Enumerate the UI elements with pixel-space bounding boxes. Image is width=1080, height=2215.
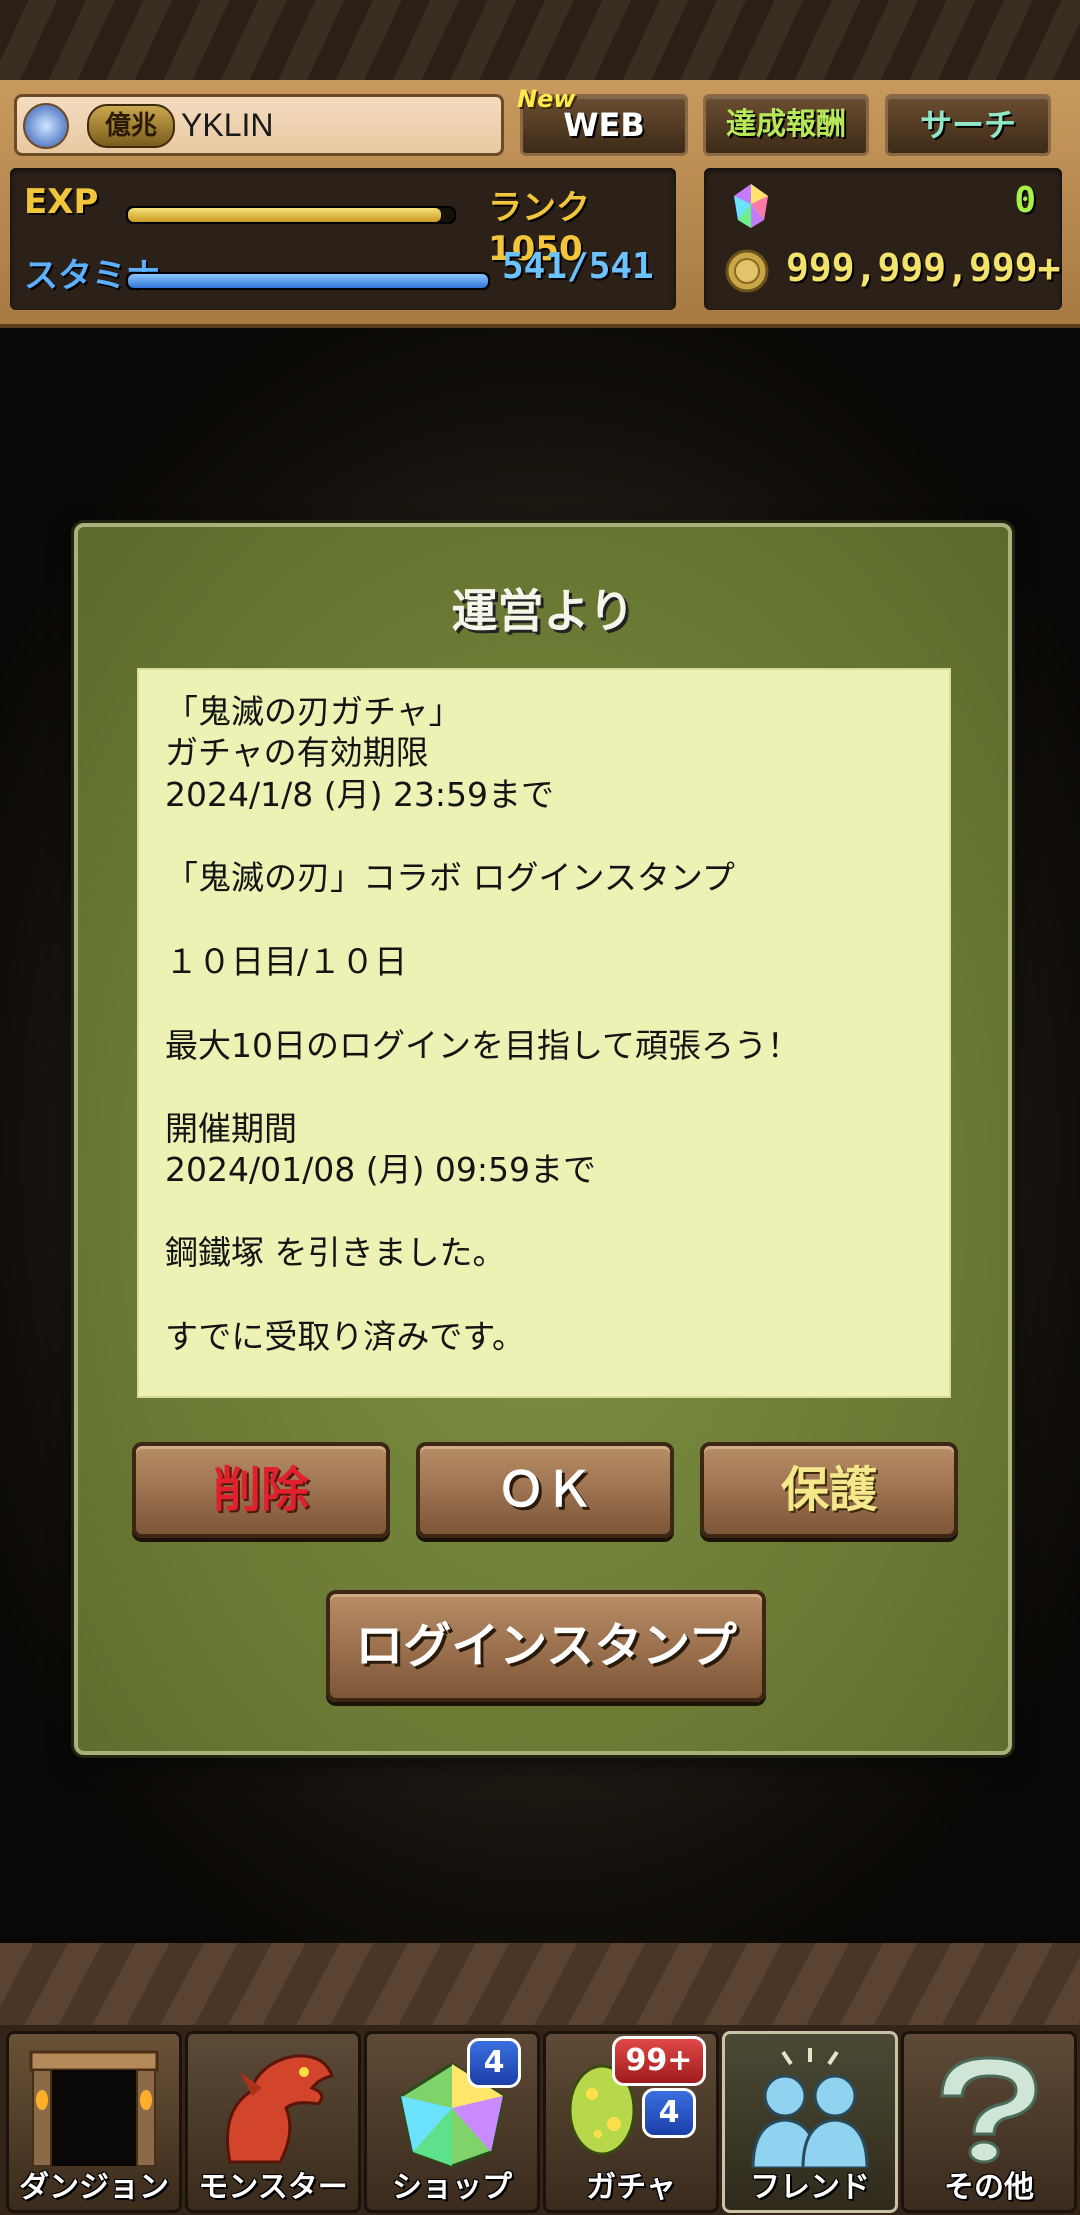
ok-button[interactable]: ＯＫ [416, 1442, 674, 1538]
magic-stone-count: 0 [1014, 180, 1036, 221]
gacha-top-badge: 99+ [612, 2036, 706, 2086]
nav-dungeon[interactable]: ダンジョン [6, 2031, 182, 2213]
exp-label: EXP [24, 182, 99, 222]
nav-gacha[interactable]: 99+ 4 ガチャ [543, 2031, 719, 2213]
player-rank-icon [23, 103, 69, 149]
web-button[interactable]: New WEB [517, 85, 688, 156]
player-name-plate[interactable]: 億兆 YKLIN [14, 94, 504, 156]
nav-other[interactable]: その他 [901, 2031, 1077, 2213]
stamina-value: 541/541 [502, 246, 654, 287]
nav-strip [0, 1943, 1080, 2033]
achievement-rewards-button[interactable]: 達成報酬 [703, 94, 869, 156]
message-line: 開催期間 [165, 1109, 297, 1148]
nav-monster[interactable]: モンスター [185, 2031, 361, 2213]
coin-count: 999,999,999+ [786, 246, 1061, 290]
nav-label: ショップ [392, 2170, 512, 2205]
nav-label: ダンジョン [19, 2170, 169, 2205]
gacha-count-badge: 4 [642, 2088, 696, 2138]
message-line: 2024/1/8 (月) 23:59まで [165, 775, 555, 814]
delete-button[interactable]: 削除 [132, 1442, 390, 1538]
exp-stamina-panel: EXP ランク1050 スタミナ 541/541 [10, 168, 676, 310]
magic-stone-icon [734, 184, 768, 228]
announcement-dialog: 運営より 「鬼滅の刃ガチャ」 ガチャの有効期限 2024/1/8 (月) 23:… [74, 523, 1012, 1755]
login-stamp-button[interactable]: ログインスタンプ [326, 1590, 766, 1702]
stamina-bar [126, 272, 490, 290]
nav-friend[interactable]: フレンド [722, 2031, 898, 2213]
message-line: すでに受取り済みです。 [165, 1317, 526, 1356]
search-button[interactable]: サーチ [885, 94, 1051, 156]
message-box: 「鬼滅の刃ガチャ」 ガチャの有効期限 2024/1/8 (月) 23:59まで … [137, 668, 951, 1398]
title-badge: 億兆 [87, 104, 175, 148]
login-stamp-button-label: ログインスタンプ [355, 1618, 737, 1674]
nav-label: ガチャ [586, 2170, 676, 2205]
exp-bar [126, 206, 456, 224]
message-line: ガチャの有効期限 [165, 733, 429, 772]
status-hud: 億兆 YKLIN New WEB 達成報酬 サーチ EXP ランク1050 スタ… [0, 80, 1080, 328]
player-name: YKLIN [181, 107, 274, 143]
nav-label: モンスター [198, 2170, 348, 2205]
new-tag: New [517, 85, 576, 113]
question-mark-icon [940, 2056, 1038, 2164]
message-line: 「鬼滅の刃ガチャ」 [165, 692, 462, 731]
friends-icon [751, 2048, 869, 2168]
bottom-nav: ダンジョン モンスター 4 ショップ 99+ 4 ガチャ フレンド その他 [0, 2025, 1080, 2215]
search-button-label: サーチ [919, 106, 1016, 144]
achievement-rewards-label: 達成報酬 [726, 107, 846, 142]
exp-bar-fill [128, 208, 441, 222]
nav-label: フレンド [750, 2170, 870, 2205]
ok-button-label: ＯＫ [496, 1462, 593, 1518]
currency-panel: 0 999,999,999+ [704, 168, 1062, 310]
red-dragon-icon [226, 2054, 334, 2164]
nav-shop[interactable]: 4 ショップ [364, 2031, 540, 2213]
coin-icon [725, 249, 769, 293]
nav-label: その他 [944, 2170, 1034, 2205]
protect-button[interactable]: 保護 [700, 1442, 958, 1538]
dialog-title: 運営より [451, 584, 635, 638]
message-line: １０日目/１０日 [165, 942, 408, 981]
dungeon-gate-icon [29, 2050, 159, 2166]
message-line: 2024/01/08 (月) 09:59まで [165, 1150, 597, 1189]
protect-button-label: 保護 [780, 1462, 877, 1518]
message-line: 「鬼滅の刃」コラボ ログインスタンプ [165, 858, 735, 897]
shop-count-badge: 4 [467, 2038, 521, 2088]
message-line: 鋼鐵塚 を引きました。 [165, 1233, 506, 1272]
message-line: 最大10日のログインを目指して頑張ろう！ [165, 1026, 801, 1065]
delete-button-label: 削除 [212, 1462, 309, 1518]
stamina-bar-fill [128, 274, 488, 288]
